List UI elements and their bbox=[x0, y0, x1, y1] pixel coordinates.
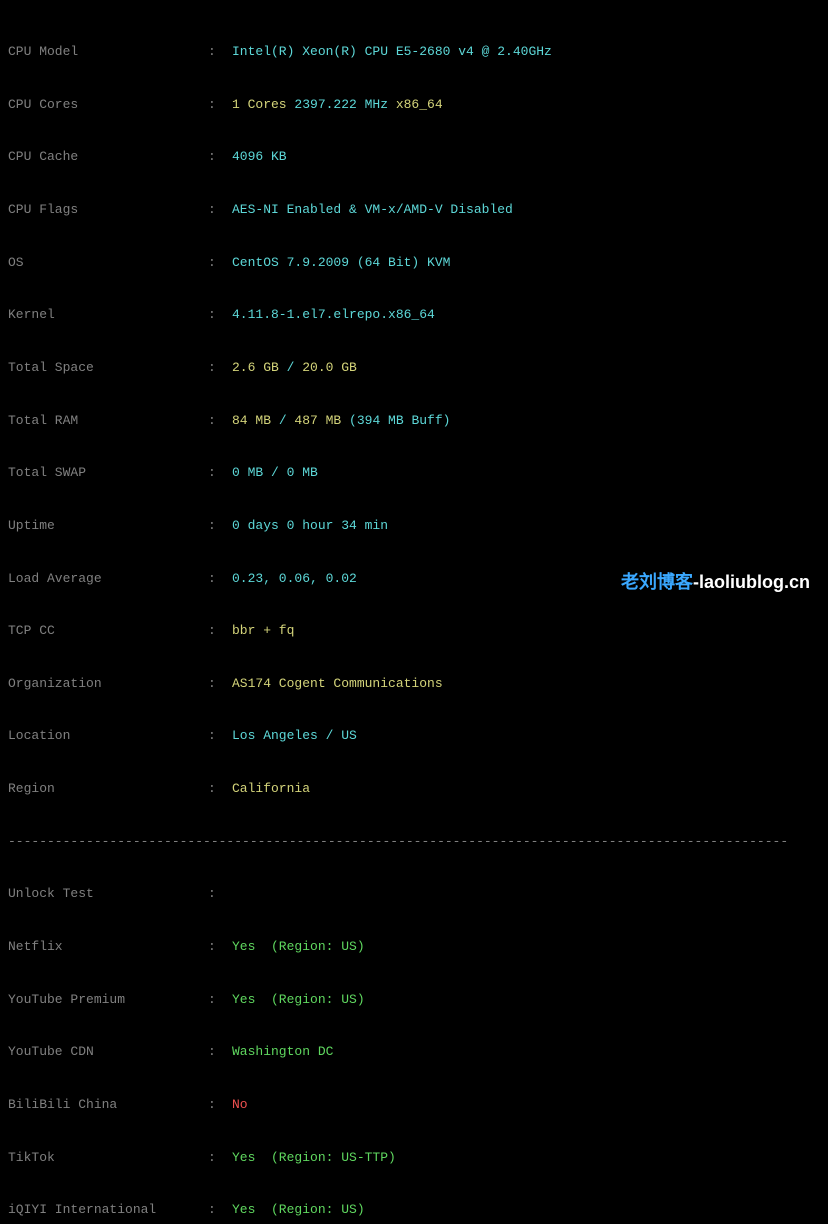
label: Unlock Test bbox=[8, 885, 208, 903]
label: CPU Cache bbox=[8, 148, 208, 166]
row-cpu-cache: CPU Cache: 4096 KB bbox=[8, 148, 820, 166]
label: Organization bbox=[8, 675, 208, 693]
row-tiktok: TikTok: Yes (Region: US-TTP) bbox=[8, 1149, 820, 1167]
watermark-en: laoliublog.cn bbox=[699, 572, 810, 592]
row-unlock-header: Unlock Test: bbox=[8, 885, 820, 903]
value: 0 MB / 0 MB bbox=[232, 464, 820, 482]
label: YouTube Premium bbox=[8, 991, 208, 1009]
row-total-space: Total Space: 2.6 GB / 20.0 GB bbox=[8, 359, 820, 377]
label: CPU Model bbox=[8, 43, 208, 61]
label: Uptime bbox=[8, 517, 208, 535]
label: OS bbox=[8, 254, 208, 272]
label: Location bbox=[8, 727, 208, 745]
value: 1 Cores 2397.222 MHz x86_64 bbox=[232, 96, 820, 114]
label: YouTube CDN bbox=[8, 1043, 208, 1061]
row-region: Region: California bbox=[8, 780, 820, 798]
value: Washington DC bbox=[232, 1043, 820, 1061]
label: TikTok bbox=[8, 1149, 208, 1167]
label: Total SWAP bbox=[8, 464, 208, 482]
row-cpu-model: CPU Model: Intel(R) Xeon(R) CPU E5-2680 … bbox=[8, 43, 820, 61]
value: 0 days 0 hour 34 min bbox=[232, 517, 820, 535]
value: No bbox=[232, 1096, 820, 1114]
row-uptime: Uptime: 0 days 0 hour 34 min bbox=[8, 517, 820, 535]
value: 84 MB / 487 MB (394 MB Buff) bbox=[232, 412, 820, 430]
value: CentOS 7.9.2009 (64 Bit) KVM bbox=[232, 254, 820, 272]
row-tcp-cc: TCP CC: bbr + fq bbox=[8, 622, 820, 640]
label: CPU Cores bbox=[8, 96, 208, 114]
label: Kernel bbox=[8, 306, 208, 324]
watermark: 老刘博客-laoliublog.cn bbox=[621, 570, 810, 594]
value: Yes (Region: US) bbox=[232, 1201, 820, 1219]
row-youtube-cdn: YouTube CDN: Washington DC bbox=[8, 1043, 820, 1061]
row-netflix: Netflix: Yes (Region: US) bbox=[8, 938, 820, 956]
value: 2.6 GB / 20.0 GB bbox=[232, 359, 820, 377]
label: Netflix bbox=[8, 938, 208, 956]
value: 4.11.8-1.el7.elrepo.x86_64 bbox=[232, 306, 820, 324]
row-youtube-premium: YouTube Premium: Yes (Region: US) bbox=[8, 991, 820, 1009]
row-iqiyi: iQIYI International: Yes (Region: US) bbox=[8, 1201, 820, 1219]
value: AS174 Cogent Communications bbox=[232, 675, 820, 693]
value: bbr + fq bbox=[232, 622, 820, 640]
value: Yes (Region: US) bbox=[232, 991, 820, 1009]
row-total-swap: Total SWAP: 0 MB / 0 MB bbox=[8, 464, 820, 482]
label: CPU Flags bbox=[8, 201, 208, 219]
label: BiliBili China bbox=[8, 1096, 208, 1114]
row-bilibili: BiliBili China: No bbox=[8, 1096, 820, 1114]
label: Total Space bbox=[8, 359, 208, 377]
value: California bbox=[232, 780, 820, 798]
label: Total RAM bbox=[8, 412, 208, 430]
row-kernel: Kernel: 4.11.8-1.el7.elrepo.x86_64 bbox=[8, 306, 820, 324]
value: Yes (Region: US) bbox=[232, 938, 820, 956]
value: AES-NI Enabled & VM-x/AMD-V Disabled bbox=[232, 201, 820, 219]
value: Los Angeles / US bbox=[232, 727, 820, 745]
row-cpu-cores: CPU Cores: 1 Cores 2397.222 MHz x86_64 bbox=[8, 96, 820, 114]
value: Yes (Region: US-TTP) bbox=[232, 1149, 820, 1167]
row-cpu-flags: CPU Flags: AES-NI Enabled & VM-x/AMD-V D… bbox=[8, 201, 820, 219]
value: Intel(R) Xeon(R) CPU E5-2680 v4 @ 2.40GH… bbox=[232, 43, 820, 61]
separator: ----------------------------------------… bbox=[8, 833, 820, 851]
label: TCP CC bbox=[8, 622, 208, 640]
terminal-output: CPU Model: Intel(R) Xeon(R) CPU E5-2680 … bbox=[8, 8, 820, 1224]
row-total-ram: Total RAM: 84 MB / 487 MB (394 MB Buff) bbox=[8, 412, 820, 430]
row-organization: Organization: AS174 Cogent Communication… bbox=[8, 675, 820, 693]
row-os: OS: CentOS 7.9.2009 (64 Bit) KVM bbox=[8, 254, 820, 272]
watermark-cn: 老刘博客 bbox=[621, 572, 693, 592]
label: Region bbox=[8, 780, 208, 798]
label: iQIYI International bbox=[8, 1201, 208, 1219]
value: 4096 KB bbox=[232, 148, 820, 166]
label: Load Average bbox=[8, 570, 208, 588]
row-location: Location: Los Angeles / US bbox=[8, 727, 820, 745]
